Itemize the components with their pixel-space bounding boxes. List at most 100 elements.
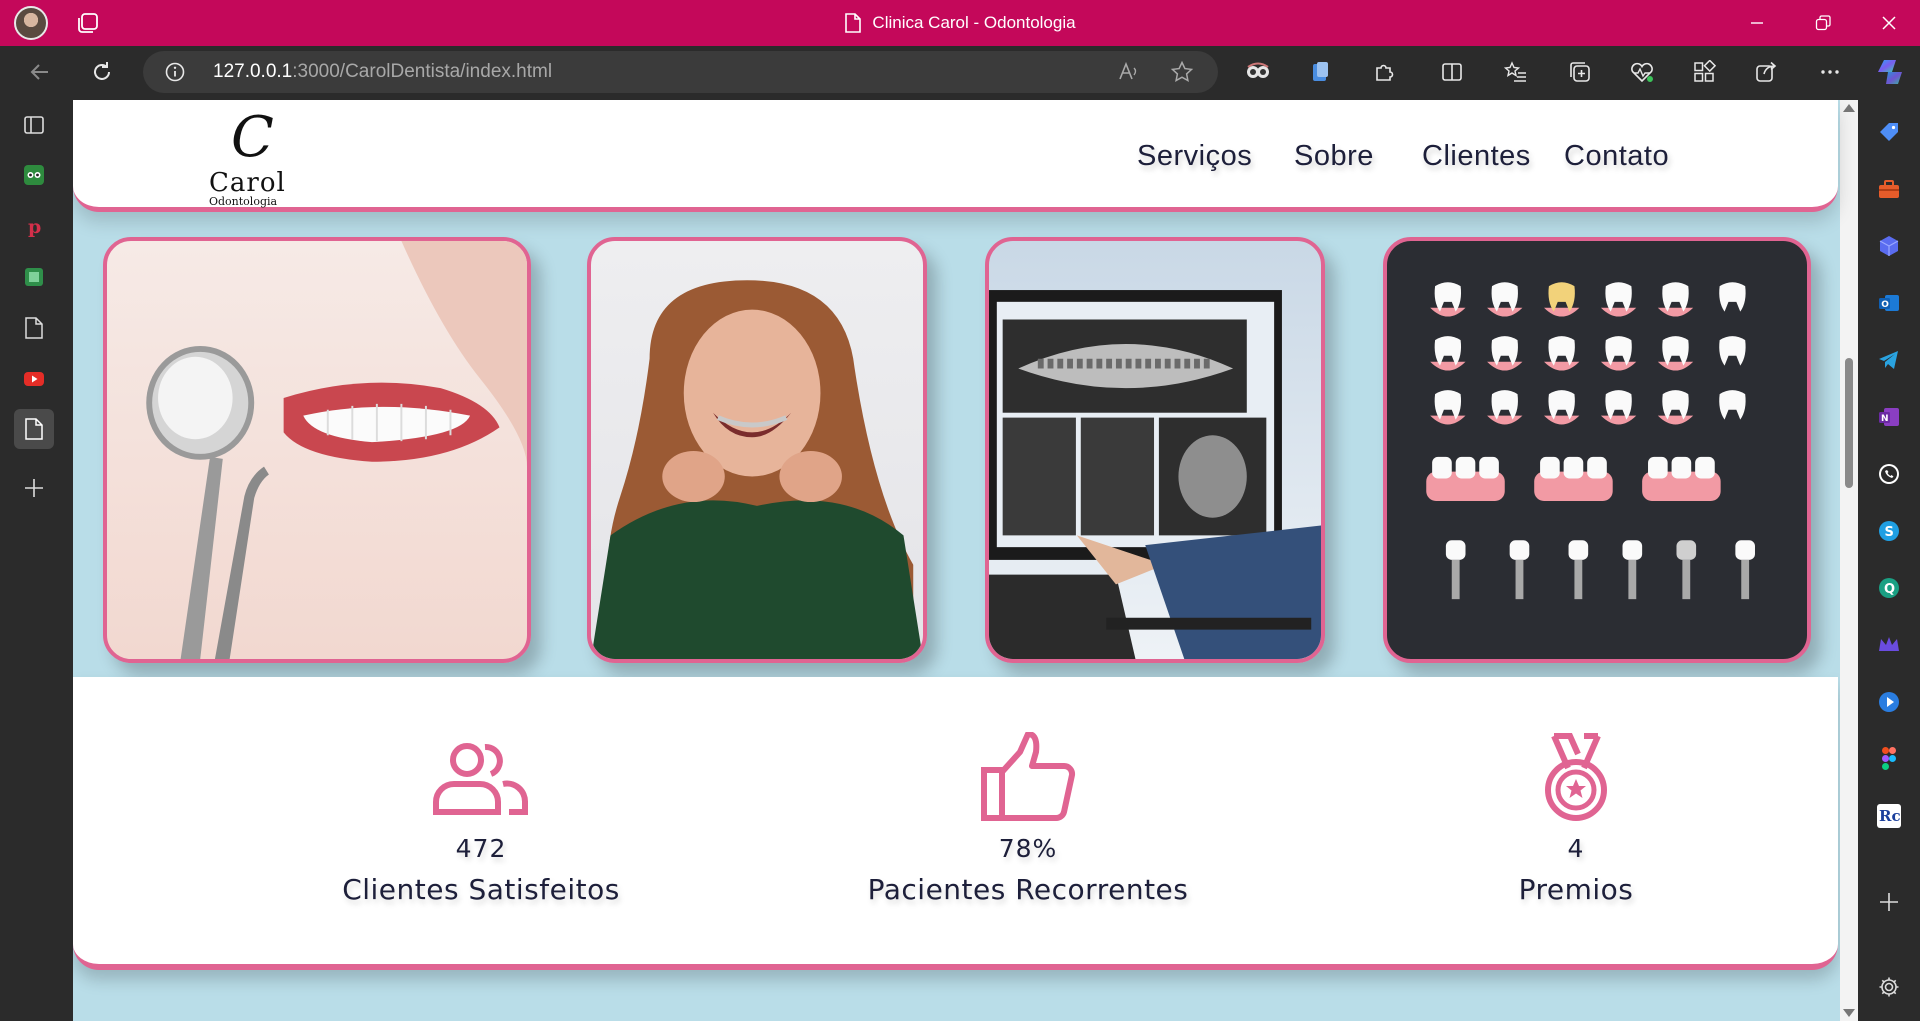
nav-contato[interactable]: Contato: [1564, 100, 1669, 212]
tab-document[interactable]: [14, 308, 54, 348]
tab-active-page[interactable]: [14, 409, 54, 449]
skype-button[interactable]: S: [1872, 514, 1906, 548]
read-aloud-button[interactable]: [1111, 54, 1147, 90]
stat-awards: 4 Premios: [1366, 677, 1786, 970]
read-aloud-icon: [1119, 61, 1137, 80]
back-button[interactable]: [22, 54, 58, 90]
close-icon: [1882, 16, 1896, 30]
close-button[interactable]: [1856, 0, 1920, 46]
onenote-button[interactable]: N: [1872, 400, 1906, 434]
nav-servicos[interactable]: Serviços: [1137, 100, 1252, 212]
stat-returning-value: 78%: [998, 834, 1058, 863]
extension-copy-button[interactable]: [1302, 54, 1338, 90]
page-icon: [25, 418, 43, 440]
restore-button[interactable]: [1790, 0, 1856, 46]
minimize-button[interactable]: [1724, 0, 1790, 46]
scroll-down-arrow-icon[interactable]: [1843, 1009, 1855, 1017]
q-app-button[interactable]: Q: [1872, 571, 1906, 605]
browser-toolbar: 127.0.0.1:3000/CarolDentista/index.html: [0, 46, 1920, 98]
sidebar-settings-button[interactable]: [1872, 970, 1906, 1004]
star-icon: [1170, 60, 1194, 82]
sidebar-panel-icon: [24, 116, 44, 134]
telegram-button[interactable]: [1872, 343, 1906, 377]
more-button[interactable]: [1812, 54, 1848, 90]
share-button[interactable]: [1748, 54, 1784, 90]
tab-youtube[interactable]: [14, 359, 54, 399]
owl-tab-icon: [24, 165, 44, 185]
scrollbar-thumb[interactable]: [1845, 358, 1853, 488]
shopping-button[interactable]: [1872, 115, 1906, 149]
toolbox-icon: [1879, 180, 1899, 198]
play-circle-icon: [1879, 692, 1899, 712]
figma-button[interactable]: [1872, 742, 1906, 776]
stat-clients: 472 Clientes Satisfeitos: [271, 677, 691, 970]
player-button[interactable]: [1872, 685, 1906, 719]
heartbeat-icon: [1631, 62, 1653, 83]
tab-sheets[interactable]: [14, 257, 54, 297]
medal-icon: [1545, 733, 1607, 821]
whatsapp-button[interactable]: [1872, 457, 1906, 491]
cube-icon: [1879, 236, 1899, 256]
nav-sobre[interactable]: Sobre: [1294, 100, 1374, 212]
extensions-button[interactable]: [1366, 54, 1402, 90]
happy-girl-photo: [587, 237, 927, 663]
url-text[interactable]: 127.0.0.1:3000/CarolDentista/index.html: [213, 51, 552, 93]
address-bar[interactable]: 127.0.0.1:3000/CarolDentista/index.html: [143, 51, 1218, 93]
sidebar-add-button[interactable]: [1872, 885, 1906, 919]
telegram-icon: [1879, 351, 1898, 369]
favorites-list-icon: [1504, 61, 1526, 82]
favorites-button[interactable]: [1498, 54, 1534, 90]
plus-icon: [25, 479, 43, 497]
collections-button[interactable]: [1562, 54, 1598, 90]
refresh-icon: [94, 62, 110, 80]
share-icon: [1756, 61, 1777, 82]
q-app-icon: Q: [1879, 578, 1899, 598]
tab-actions-menu-item[interactable]: [14, 105, 54, 145]
minimize-icon: [1751, 22, 1763, 24]
tools-button[interactable]: [1872, 172, 1906, 206]
browser-essentials-button[interactable]: [1624, 54, 1660, 90]
nav-clientes[interactable]: Clientes: [1422, 100, 1531, 212]
xray-monitor-photo: [985, 237, 1325, 663]
crown-app-button[interactable]: [1872, 628, 1906, 662]
stats-section: 472 Clientes Satisfeitos 78% Pacientes R…: [73, 677, 1838, 970]
tab-owl[interactable]: [14, 155, 54, 195]
crown-icon: [1879, 637, 1899, 651]
more-dots-icon: [1821, 70, 1839, 74]
clipboard-extension-icon: [1313, 62, 1328, 81]
apps-button[interactable]: [1686, 54, 1722, 90]
tooth-illustration: [1719, 282, 1746, 312]
new-tab-button[interactable]: [14, 468, 54, 508]
page-scrollbar[interactable]: [1840, 100, 1858, 1021]
clinic-logo[interactable]: C Carol Odontologia: [209, 110, 309, 208]
tooth-illustration: [1600, 282, 1637, 317]
outlook-button[interactable]: O: [1872, 286, 1906, 320]
collections-icon: [1570, 62, 1590, 82]
stat-returning-label: Pacientes Recorrentes: [867, 873, 1189, 906]
svg-text:Rc: Rc: [1879, 807, 1901, 825]
favorite-button[interactable]: [1164, 54, 1200, 90]
extension-owl-button[interactable]: [1240, 54, 1276, 90]
site-info-icon[interactable]: [165, 62, 185, 82]
stat-awards-value: 4: [1567, 834, 1585, 863]
tooth-illustration: [1544, 336, 1580, 371]
split-screen-button[interactable]: [1434, 54, 1470, 90]
tooth-illustration: [1719, 390, 1746, 420]
refresh-button[interactable]: [84, 54, 120, 90]
split-screen-icon: [1442, 63, 1462, 81]
tooth-illustration: [1719, 336, 1746, 366]
rc-app-icon: Rc: [1877, 804, 1901, 828]
tag-icon: [1880, 123, 1898, 141]
copilot-button[interactable]: [1872, 54, 1908, 90]
svg-text:p: p: [28, 216, 41, 237]
dental-icons-illustration: [1383, 237, 1811, 663]
tab-pinterest[interactable]: p: [14, 206, 54, 246]
pinterest-icon: p: [28, 216, 41, 237]
games-button[interactable]: [1872, 229, 1906, 263]
rc-app-button[interactable]: Rc: [1872, 799, 1906, 833]
scroll-up-arrow-icon[interactable]: [1843, 104, 1855, 112]
users-icon: [433, 743, 528, 815]
tooth-illustration: [1544, 282, 1580, 317]
stat-returning: 78% Pacientes Recorrentes: [818, 677, 1238, 970]
tooth-illustration: [1430, 390, 1466, 425]
